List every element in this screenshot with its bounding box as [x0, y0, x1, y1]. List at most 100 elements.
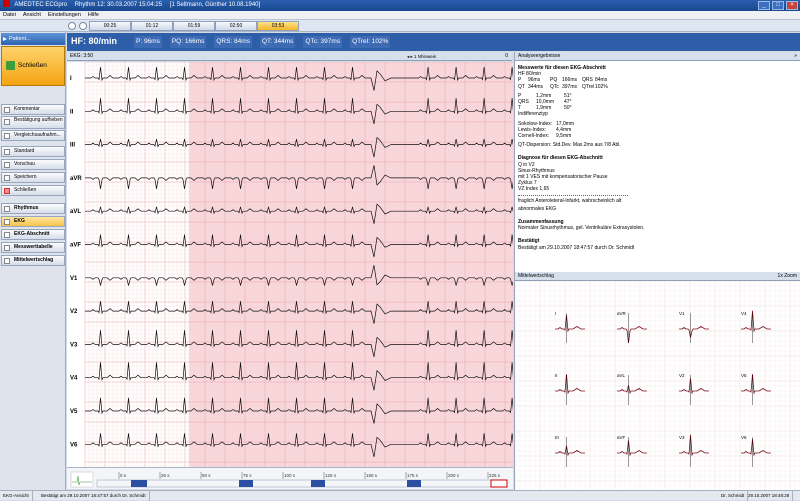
- close-label: Schließen: [14, 187, 37, 193]
- interval-qtc: QTc: 397ms: [303, 36, 343, 48]
- cell: Cornell-Index:: [518, 133, 550, 140]
- close-big-label: Schließen: [18, 62, 47, 69]
- menu-hilfe[interactable]: Hilfe: [88, 11, 99, 19]
- ecg-section-icon: [4, 232, 10, 238]
- time-label: 200 s: [448, 473, 460, 478]
- cell: QT: [518, 83, 525, 90]
- analysis-header: Analyseergebnisse »: [515, 52, 800, 61]
- standard-button[interactable]: Standard: [1, 146, 65, 157]
- avg-lead-label: III: [555, 435, 559, 440]
- menu-datei[interactable]: Datei: [3, 11, 16, 19]
- view-measure-table-label: Messwerttabelle: [14, 244, 53, 250]
- lead-label-iii: III: [70, 143, 75, 149]
- minimize-icon[interactable]: _: [758, 1, 770, 10]
- cell: 344ms: [528, 83, 544, 90]
- comment-button[interactable]: Kommentar: [1, 104, 65, 115]
- avg-beat-v6: [741, 438, 771, 457]
- cell: QTrel: [582, 83, 595, 90]
- divider: [518, 194, 628, 196]
- avg-lead-label: I: [555, 311, 556, 316]
- lead-label-v6: V6: [70, 442, 78, 448]
- zoom-control[interactable]: 1x Zoom: [778, 272, 797, 281]
- lead-label-v2: V2: [70, 309, 78, 315]
- close-button[interactable]: Schließen: [1, 185, 65, 196]
- segment-marker[interactable]: [131, 480, 147, 487]
- maximize-icon[interactable]: □: [772, 1, 784, 10]
- unconfirm-button[interactable]: Bestätigung aufheben: [1, 116, 65, 129]
- time-tab-5[interactable]: 03:53: [257, 21, 299, 31]
- time-label: 75 s: [243, 473, 252, 478]
- timeline-track[interactable]: [96, 479, 508, 488]
- view-rhythm-button[interactable]: Rhythmus: [1, 203, 65, 214]
- rhythm-icon: [4, 206, 10, 212]
- segment-marker[interactable]: [239, 480, 253, 487]
- avg-grid: [514, 280, 800, 490]
- timeline-bar[interactable]: 0 s 25 s 50 s 75 s 100 s 125 s 150 s 175 s 200 s…: [67, 467, 513, 489]
- time-label: 100 s: [284, 473, 296, 478]
- avg-beat-avr: [617, 326, 647, 344]
- time-tab-2[interactable]: 01:12: [131, 21, 173, 31]
- average-icon: [4, 258, 10, 264]
- avg-lead-label: aVL: [617, 373, 626, 378]
- close-x-icon: [4, 188, 10, 194]
- forward-icon[interactable]: [79, 22, 87, 30]
- save-button[interactable]: Speichern: [1, 172, 65, 183]
- sidebar: Patient... Schließen Kommentar Bestätigu…: [0, 32, 66, 490]
- ecg-panel[interactable]: I II III aVR aVL aVF V1 V2 V3 V4 V5 V6: [67, 62, 513, 467]
- timeline-svg[interactable]: 0 s 25 s 50 s 75 s 100 s 125 s 150 s 175 s 200 s…: [67, 468, 513, 490]
- close-icon[interactable]: ×: [786, 1, 798, 10]
- right-panel: Analyseergebnisse » Messwerte für diesen…: [514, 52, 800, 490]
- save-icon: [4, 175, 10, 181]
- thumbnail-preview[interactable]: [70, 471, 94, 488]
- segment-marker[interactable]: [407, 480, 421, 487]
- preview-button[interactable]: Vorschau: [1, 159, 65, 170]
- cell: 50°: [564, 105, 572, 112]
- lead-label-avr: aVR: [70, 176, 82, 182]
- patient-button[interactable]: Patient...: [1, 33, 65, 45]
- preview-label: Vorschau: [14, 161, 35, 167]
- table-icon: [4, 245, 10, 251]
- ecg-icon: [4, 219, 10, 225]
- back-icon[interactable]: [68, 22, 76, 30]
- view-measure-table-button[interactable]: Messwerttabelle: [1, 242, 65, 253]
- heart-rate: HF: 80/min: [71, 36, 118, 46]
- view-ecg-button[interactable]: EKG: [1, 216, 65, 227]
- highlight-region: [189, 62, 513, 467]
- average-beat-header: Mittelwertschlag 1x Zoom: [515, 272, 800, 281]
- compare-label: Vergleichsaufnahm...: [14, 132, 61, 138]
- time-tabs-bar: 00:25 01:12 01:59 02:50 03:53: [0, 20, 800, 32]
- view-ecg-section-button[interactable]: EKG-Abschnitt: [1, 229, 65, 240]
- view-ecg-section-label: EKG-Abschnitt: [14, 231, 50, 237]
- menu-ansicht[interactable]: Ansicht: [23, 11, 41, 19]
- compare-button[interactable]: Vergleichsaufnahm...: [1, 130, 65, 141]
- time-label: 50 s: [202, 473, 211, 478]
- app-title: AMEDTEC ECGpro: [14, 2, 68, 8]
- time-tab-1[interactable]: 00:25: [89, 21, 131, 31]
- time-label: 25 s: [161, 473, 170, 478]
- lead-label-v4: V4: [70, 376, 78, 382]
- current-position-marker[interactable]: [490, 479, 508, 488]
- unconfirm-icon: [4, 119, 10, 125]
- record-title: Rhythm 12: 30.03.2007 15:04:25: [74, 2, 163, 8]
- avg-lead-label: V4: [741, 311, 747, 316]
- unconfirm-label: Bestätigung aufheben: [14, 117, 63, 123]
- avg-lead-label: V6: [741, 435, 747, 440]
- average-beat-label: Mittelwertschlag: [518, 273, 554, 279]
- app-icon: [3, 0, 10, 7]
- close-big-button[interactable]: Schließen: [1, 46, 65, 86]
- expand-icon[interactable]: »: [794, 52, 797, 61]
- segment-marker[interactable]: [311, 480, 325, 487]
- title-bar: AMEDTEC ECGpro Rhythm 12: 30.03.2007 15:…: [0, 0, 800, 11]
- ecg-controls[interactable]: ◂ ▸ 1 Nhinweis: [407, 52, 436, 61]
- menu-bar: Datei Ansicht Einstellungen Hilfe: [0, 11, 800, 20]
- time-tab-4[interactable]: 02:50: [215, 21, 257, 31]
- comment-label: Kommentar: [14, 106, 40, 112]
- menu-einstellungen[interactable]: Einstellungen: [48, 11, 81, 19]
- ecg-label: EKG: 3:50: [70, 53, 94, 59]
- ecg-traces[interactable]: IIIIIIaVRaVLaVFV1V2V3V4V5V6: [67, 62, 513, 467]
- time-label: 150 s: [366, 473, 378, 478]
- view-average-beat-button[interactable]: Mittelwertschlag: [1, 255, 65, 266]
- view-ecg-label: EKG: [14, 218, 25, 224]
- lead-label-v1: V1: [70, 276, 78, 282]
- time-tab-3[interactable]: 01:59: [173, 21, 215, 31]
